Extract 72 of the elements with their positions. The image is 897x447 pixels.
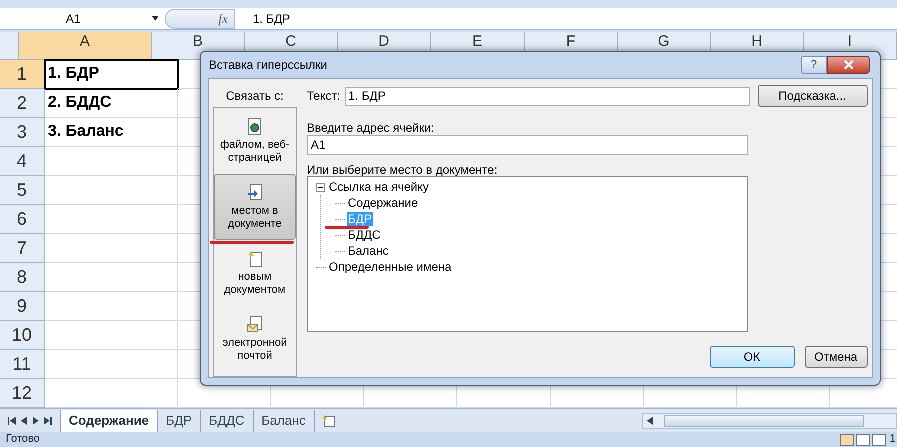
table-cell[interactable]: [45, 263, 178, 292]
mail-document-icon: [247, 316, 263, 334]
row-header[interactable]: 6: [0, 205, 45, 234]
table-cell[interactable]: 1. БДР: [45, 60, 178, 89]
row-header[interactable]: 11: [0, 350, 45, 379]
link-target-button[interactable]: файлом, веб-страницей: [214, 108, 296, 174]
table-cell[interactable]: 2. БДДС: [45, 89, 178, 118]
place-tree[interactable]: Ссылка на ячейку Содержание БДР БДДС Баланс Определенные имена: [307, 176, 748, 332]
table-cell[interactable]: [45, 321, 178, 350]
close-button[interactable]: [827, 56, 870, 74]
ok-button[interactable]: ОК: [710, 346, 795, 368]
table-cell[interactable]: 3. Баланс: [45, 118, 178, 147]
normal-view-icon[interactable]: [840, 434, 854, 446]
row-header[interactable]: 3: [0, 118, 45, 147]
page-layout-icon[interactable]: [856, 434, 870, 446]
row-header[interactable]: 2: [0, 89, 45, 118]
screentip-button[interactable]: Подсказка...: [758, 85, 868, 107]
row-header[interactable]: 9: [0, 292, 45, 321]
cell-address-label: Введите адрес ячейки:: [307, 120, 436, 135]
table-cell[interactable]: [45, 234, 178, 263]
select-all-corner[interactable]: [0, 32, 19, 60]
new-document-icon: [247, 250, 263, 268]
row-header[interactable]: 7: [0, 234, 45, 263]
link-target-button[interactable]: электронной почтой: [214, 306, 296, 372]
link-to-label: Связать с:: [226, 88, 284, 105]
row-header[interactable]: 8: [0, 263, 45, 292]
new-sheet-icon[interactable]: [320, 414, 337, 428]
horizontal-scrollbar[interactable]: [642, 412, 897, 428]
table-cell[interactable]: [45, 205, 178, 234]
document-arrow-icon: [247, 184, 263, 202]
row-header[interactable]: 5: [0, 176, 45, 205]
tree-item[interactable]: Содержание: [347, 196, 420, 210]
dropdown-arrow-icon[interactable]: [152, 16, 159, 21]
table-cell[interactable]: [45, 176, 178, 205]
table-cell[interactable]: [45, 292, 178, 321]
tree-item[interactable]: Определенные имена: [328, 260, 453, 274]
help-button[interactable]: ?: [801, 56, 827, 74]
table-cell[interactable]: [45, 147, 178, 176]
first-sheet-icon[interactable]: [8, 416, 16, 424]
name-box[interactable]: A1: [0, 8, 165, 28]
annotation-underline: [325, 226, 369, 229]
row-header[interactable]: 12: [0, 379, 45, 408]
page-break-icon[interactable]: [872, 434, 886, 446]
text-field[interactable]: 1. БДР: [344, 86, 750, 106]
next-sheet-icon[interactable]: [32, 416, 40, 424]
row-header[interactable]: 1: [0, 60, 45, 89]
row-header[interactable]: 10: [0, 321, 45, 350]
link-target-button[interactable]: новым документом: [214, 240, 296, 306]
tree-item[interactable]: БДДС: [347, 228, 382, 242]
tree-item[interactable]: Ссылка на ячейку: [328, 180, 430, 194]
row-header[interactable]: 4: [0, 147, 45, 176]
collapse-icon[interactable]: [316, 182, 325, 192]
cell-address-field[interactable]: A1: [307, 135, 748, 155]
formula-text[interactable]: 1. БДР: [253, 10, 290, 28]
tree-item[interactable]: Баланс: [347, 244, 390, 258]
text-label: Текст:: [307, 88, 341, 105]
zoom-level[interactable]: 1: [890, 431, 897, 447]
place-label: Или выберите место в документе:: [307, 162, 499, 176]
link-target-button[interactable]: местом в документе: [214, 174, 296, 240]
close-icon[interactable]: [844, 60, 854, 70]
dialog-title: Вставка гиперссылки: [209, 57, 328, 74]
globe-page-icon: [247, 118, 263, 136]
function-button[interactable]: fx: [165, 8, 235, 28]
status-text: Готово: [5, 432, 40, 447]
column-header[interactable]: A: [19, 32, 152, 60]
table-cell[interactable]: [45, 350, 178, 379]
sheet-tab[interactable]: Содержание: [60, 410, 158, 432]
previous-sheet-icon[interactable]: [20, 416, 28, 424]
last-sheet-icon[interactable]: [44, 416, 52, 424]
scroll-left-icon[interactable]: [646, 416, 654, 424]
scroll-thumb[interactable]: [664, 414, 864, 426]
cancel-button[interactable]: Отмена: [804, 346, 868, 368]
